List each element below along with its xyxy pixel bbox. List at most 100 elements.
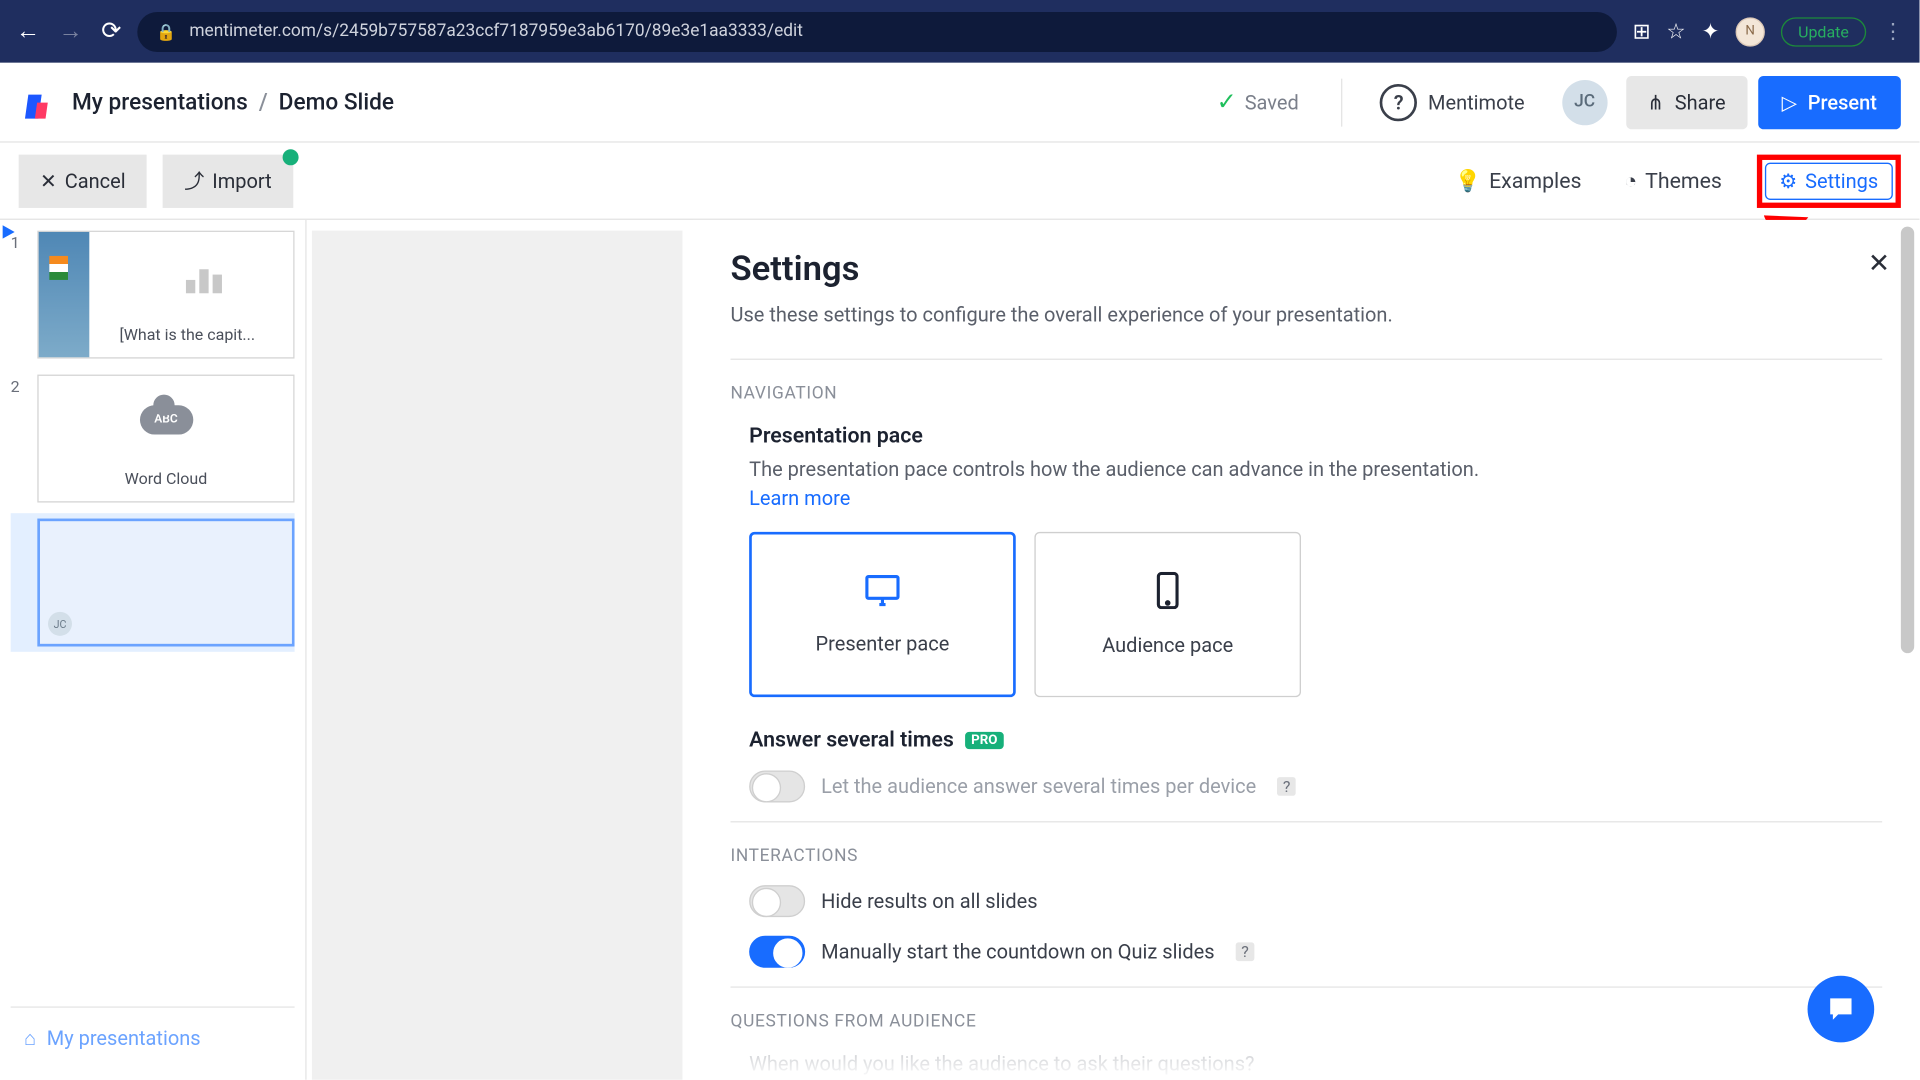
settings-panel: ✕ Settings Use these settings to configu… [693,220,1919,1080]
kebab-icon[interactable]: ⋮ [1882,19,1903,44]
presenter-pace-option[interactable]: Presenter pace [749,532,1016,697]
breadcrumb-sep: / [259,89,268,116]
section-navigation: NAVIGATION [730,359,1882,404]
home-icon: ⌂ [24,1026,36,1050]
mentimeter-logo[interactable] [19,83,56,120]
slides-sidebar: 1 [What is the capit... 2 ABC Word Cloud… [0,220,307,1080]
scrollbar-thumb[interactable] [1901,227,1914,654]
help-badge[interactable]: ? [1236,942,1254,961]
answer-several-toggle-row: Let the audience answer several times pe… [749,770,1882,802]
user-avatar[interactable]: JC [1562,79,1607,124]
pace-title: Presentation pace [749,423,1882,448]
manual-countdown-row: Manually start the countdown on Quiz sli… [749,936,1882,968]
slide-row[interactable]: JC [11,513,295,652]
cloud-icon: ABC [139,405,192,434]
slide-number: 2 [11,375,30,396]
present-button[interactable]: ▷ Present [1758,75,1901,128]
notification-dot [282,149,298,165]
questions-desc: When would you like the audience to ask … [749,1052,1254,1076]
hide-results-toggle[interactable] [749,885,805,917]
themes-label: Themes [1645,168,1722,193]
section-interactions: INTERACTIONS [730,821,1882,866]
hide-results-row: Hide results on all slides [749,885,1882,917]
slide-thumbnail[interactable]: [What is the capit... [37,231,294,359]
url-bar[interactable]: 🔒 mentimeter.com/s/2459b757587a23ccf7187… [137,11,1616,51]
lock-icon: 🔒 [156,22,176,41]
cancel-button[interactable]: ✕ Cancel [19,154,147,207]
cancel-label: Cancel [65,169,126,193]
saved-label: Saved [1245,90,1299,114]
import-button[interactable]: ⤴ Import [163,154,293,207]
mentimote-label: Mentimote [1428,90,1525,114]
answer-several-toggle[interactable] [749,770,805,802]
upload-icon: ⤴ [184,167,204,195]
settings-subtitle: Use these settings to configure the over… [730,303,1882,327]
settings-button[interactable]: ⚙ Settings [1765,162,1893,199]
my-presentations-label: My presentations [47,1026,201,1050]
slide-canvas[interactable] [312,231,683,1080]
slide-thumbnail-selected[interactable]: JC [37,519,294,647]
grid-icon[interactable]: ⊞ [1633,19,1651,44]
share-button[interactable]: ⋔ Share [1626,75,1747,128]
reload-icon[interactable]: ⟳ [101,17,121,45]
phone-icon [1156,572,1180,615]
pro-badge: PRO [964,732,1004,749]
slide-number [11,519,30,522]
browser-chrome: ← → ⟳ 🔒 mentimeter.com/s/2459b757587a23c… [0,0,1920,63]
examples-label: Examples [1489,168,1581,193]
themes-button[interactable]: ◔ Themes [1611,154,1735,207]
monitor-icon [864,573,901,613]
play-icon: ▷ [1782,90,1797,114]
slide-row[interactable]: 2 ABC Word Cloud [11,375,295,503]
thumb-image [39,232,90,357]
slide-caption: [What is the capit... [92,325,283,344]
bar-chart-icon [186,269,222,293]
sidebar-footer: ⌂ My presentations [11,1006,295,1069]
breadcrumb-root[interactable]: My presentations [72,89,248,116]
droplet-icon: ◔ [1624,167,1637,194]
import-label: Import [212,169,271,193]
learn-more-link[interactable]: Learn more [749,487,1882,511]
settings-label: Settings [1805,169,1878,193]
back-icon[interactable]: ← [16,17,40,45]
slide-thumbnail[interactable]: ABC Word Cloud [37,375,294,503]
toolbar: ✕ Cancel ⤴ Import 💡 Examples ◔ Themes ⚙ … [0,143,1920,220]
intercom-chat-button[interactable] [1808,976,1875,1043]
pace-description: The presentation pace controls how the a… [749,457,1479,481]
slide-row[interactable]: 1 [What is the capit... [11,231,295,359]
lightbulb-icon: 💡 [1455,168,1482,193]
breadcrumb: My presentations / Demo Slide [72,89,394,116]
manual-countdown-label: Manually start the countdown on Quiz sli… [821,940,1214,964]
star-icon[interactable]: ☆ [1666,19,1685,44]
answer-several-title: Answer several times PRO [749,726,1882,751]
x-icon: ✕ [40,169,57,193]
audience-pace-label: Audience pace [1102,633,1233,657]
slide-caption: Word Cloud [49,469,282,488]
hide-results-label: Hide results on all slides [821,889,1037,913]
forward-icon[interactable]: → [59,17,83,45]
manual-countdown-toggle[interactable] [749,936,805,968]
section-questions: QUESTIONS FROM AUDIENCE [730,986,1882,1031]
extension-icon[interactable]: ✦ [1702,19,1720,44]
profile-avatar[interactable]: N [1735,17,1764,46]
settings-title: Settings [730,249,1882,289]
play-indicator-icon [11,231,15,239]
presenter-pace-label: Presenter pace [816,632,950,656]
share-label: Share [1675,90,1726,114]
close-icon[interactable]: ✕ [1868,247,1890,279]
main-area: 1 [What is the capit... 2 ABC Word Cloud… [0,220,1920,1080]
examples-button[interactable]: 💡 Examples [1441,154,1595,207]
help-icon: ? [1380,83,1417,120]
share-icon: ⋔ [1647,90,1664,114]
mentimote-button[interactable]: ? Mentimote [1361,77,1543,128]
present-label: Present [1808,90,1877,114]
my-presentations-link[interactable]: ⌂ My presentations [24,1026,281,1050]
audience-pace-option[interactable]: Audience pace [1034,532,1301,697]
answer-several-label: Let the audience answer several times pe… [821,774,1256,798]
help-badge[interactable]: ? [1278,777,1296,796]
vertical-scrollbar[interactable] [1898,227,1917,1077]
breadcrumb-current[interactable]: Demo Slide [279,89,394,116]
update-button[interactable]: Update [1781,17,1866,46]
url-text: mentimeter.com/s/2459b757587a23ccf718795… [189,21,803,41]
author-avatar: JC [48,612,72,636]
